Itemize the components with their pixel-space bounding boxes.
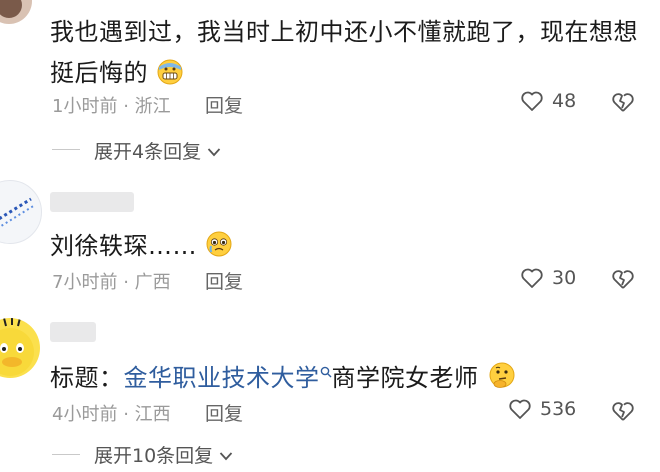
avatar[interactable]	[0, 318, 40, 378]
meta-separator: ·	[123, 96, 129, 117]
dislike-button[interactable]	[611, 400, 635, 422]
broken-heart-icon	[611, 268, 635, 290]
expand-replies-label: 展开4条回复	[94, 141, 202, 163]
comment-text: 刘徐轶琛……	[50, 226, 233, 264]
avatar[interactable]	[0, 180, 42, 244]
expand-replies-button[interactable]: 展开10条回复	[94, 441, 233, 468]
meta-separator: ·	[123, 272, 129, 293]
comment-time: 4小时前	[52, 404, 118, 425]
comment-meta: 7小时前 · 广西	[52, 268, 171, 294]
comment-text: 标题：金华职业技术大学 商学院女老师	[50, 358, 517, 396]
like-count: 48	[552, 90, 577, 112]
expand-replies-label: 展开10条回复	[94, 445, 214, 467]
grimacing-sweat-emoji	[156, 57, 184, 91]
reply-button[interactable]: 回复	[205, 399, 243, 426]
comment-text-line2: 挺后悔的	[50, 53, 184, 91]
search-link[interactable]: 金华职业技术大学	[124, 364, 332, 392]
divider	[52, 149, 80, 150]
comment-location: 广西	[134, 272, 171, 293]
dislike-button[interactable]	[611, 268, 635, 290]
heart-icon	[520, 267, 544, 289]
thinking-emoji	[487, 362, 517, 396]
comment-text: 我也遇到过，我当时上初中还小不懂就跑了，现在想想	[50, 18, 638, 46]
like-button[interactable]: 48	[520, 90, 576, 112]
comment-meta: 1小时前 · 浙江	[52, 92, 171, 118]
chevron-down-icon	[207, 140, 221, 162]
broken-heart-icon	[611, 400, 635, 422]
broken-heart-icon	[611, 91, 635, 113]
username-redacted	[50, 192, 134, 212]
expand-replies-button[interactable]: 展开4条回复	[94, 137, 221, 164]
username-redacted	[50, 322, 96, 342]
divider	[52, 454, 80, 455]
heart-icon	[520, 90, 544, 112]
heart-icon	[508, 398, 532, 420]
comment-prefix: 标题：	[50, 364, 124, 392]
avatar[interactable]	[0, 0, 32, 24]
reply-button[interactable]: 回复	[205, 267, 243, 294]
meta-separator: ·	[123, 404, 129, 425]
pleading-tears-emoji	[205, 230, 233, 264]
comment-meta: 4小时前 · 江西	[52, 400, 171, 426]
like-count: 536	[540, 398, 577, 420]
comment-suffix: 商学院女老师	[331, 364, 479, 392]
dislike-button[interactable]	[611, 91, 635, 113]
chevron-down-icon	[219, 444, 233, 466]
like-button[interactable]: 30	[520, 267, 576, 289]
search-icon	[320, 358, 332, 386]
reply-button[interactable]: 回复	[205, 91, 243, 118]
comment-time: 7小时前	[52, 272, 118, 293]
comment-time: 1小时前	[52, 96, 118, 117]
like-button[interactable]: 536	[508, 398, 576, 420]
comment-location: 浙江	[134, 96, 171, 117]
like-count: 30	[552, 267, 577, 289]
comment-location: 江西	[134, 404, 171, 425]
